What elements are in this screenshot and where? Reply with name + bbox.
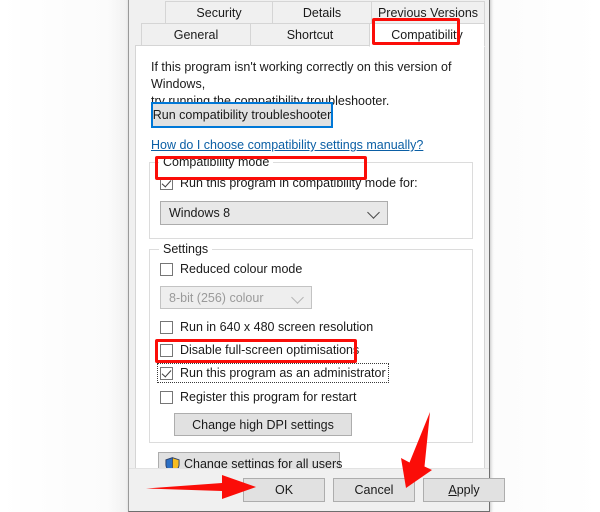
register-for-restart-label: Register this program for restart: [180, 390, 357, 404]
run-compatibility-troubleshooter-button[interactable]: Run compatibility troubleshooter: [151, 102, 333, 128]
apply-button[interactable]: Apply: [423, 478, 505, 502]
properties-dialog: Security Details Previous Versions Gener…: [128, 0, 505, 512]
checkbox-icon: [160, 262, 173, 276]
tab-previous-versions[interactable]: Previous Versions: [371, 1, 485, 24]
screenshot-root: Security Details Previous Versions Gener…: [0, 0, 600, 512]
tab-shortcut[interactable]: Shortcut: [250, 23, 370, 46]
compatibility-mode-group: Compatibility mode Run this program in c…: [149, 155, 473, 239]
run-640x480-checkbox[interactable]: Run in 640 x 480 screen resolution: [160, 320, 373, 334]
tab-details[interactable]: Details: [272, 1, 372, 24]
change-high-dpi-settings-button[interactable]: Change high DPI settings: [174, 413, 352, 436]
tab-security-label: Security: [196, 5, 242, 20]
run-compatibility-troubleshooter-label: Run compatibility troubleshooter: [152, 108, 332, 122]
reduced-colour-mode-label: Reduced colour mode: [180, 262, 303, 276]
run-as-administrator-label: Run this program as an administrator: [180, 366, 386, 380]
checkbox-icon: [160, 390, 173, 404]
run-640x480-label: Run in 640 x 480 screen resolution: [180, 320, 374, 334]
change-high-dpi-settings-label: Change high DPI settings: [192, 417, 334, 432]
compatibility-mode-checkbox[interactable]: Run this program in compatibility mode f…: [160, 176, 418, 190]
tab-general-label: General: [173, 27, 219, 42]
colour-depth-combobox-value: 8-bit (256) colour: [169, 290, 264, 305]
checkbox-icon: [160, 366, 173, 380]
chevron-down-icon: [291, 290, 304, 304]
intro-line-1: If this program isn't working correctly …: [151, 60, 452, 91]
cancel-button[interactable]: Cancel: [333, 478, 415, 502]
tab-compatibility-label: Compatibility: [391, 28, 463, 42]
colour-depth-combobox: 8-bit (256) colour: [160, 286, 312, 309]
apply-button-label: pply: [456, 483, 480, 497]
reduced-colour-mode-checkbox[interactable]: Reduced colour mode: [160, 262, 302, 276]
tab-strip: Security Details Previous Versions Gener…: [135, 1, 485, 47]
disable-fullscreen-optimisations-checkbox[interactable]: Disable full-screen optimisations: [160, 343, 359, 357]
disable-fullscreen-optimisations-label: Disable full-screen optimisations: [180, 343, 360, 357]
ok-button[interactable]: OK: [243, 478, 325, 502]
checkbox-icon: [160, 320, 173, 334]
compatibility-tab-page: If this program isn't working correctly …: [135, 45, 485, 476]
tab-security[interactable]: Security: [165, 1, 273, 24]
checkbox-icon: [160, 176, 173, 190]
cancel-button-label: Cancel: [354, 483, 394, 497]
choose-settings-manually-link[interactable]: How do I choose compatibility settings m…: [151, 138, 423, 152]
ok-button-label: OK: [274, 483, 294, 497]
tab-previous-versions-label: Previous Versions: [377, 5, 479, 20]
tab-general[interactable]: General: [141, 23, 251, 46]
settings-legend: Settings: [159, 242, 213, 256]
compatibility-mode-checkbox-label: Run this program in compatibility mode f…: [180, 176, 418, 190]
register-for-restart-checkbox[interactable]: Register this program for restart: [160, 390, 356, 404]
apply-button-accelerator: A: [448, 483, 457, 497]
tab-compatibility[interactable]: Compatibility: [369, 23, 485, 47]
compatibility-mode-combobox[interactable]: Windows 8: [160, 201, 388, 225]
compatibility-mode-legend: Compatibility mode: [159, 155, 274, 169]
compatibility-mode-combobox-value: Windows 8: [169, 206, 231, 220]
checkbox-icon: [160, 343, 173, 357]
tab-details-label: Details: [302, 5, 342, 20]
dialog-button-bar: OK Cancel Apply: [129, 468, 505, 511]
chevron-down-icon: [367, 206, 380, 219]
tab-shortcut-label: Shortcut: [286, 27, 334, 42]
settings-group: Settings Reduced colour mode 8-bit (256)…: [149, 242, 473, 443]
run-as-administrator-checkbox[interactable]: Run this program as an administrator: [157, 363, 389, 383]
